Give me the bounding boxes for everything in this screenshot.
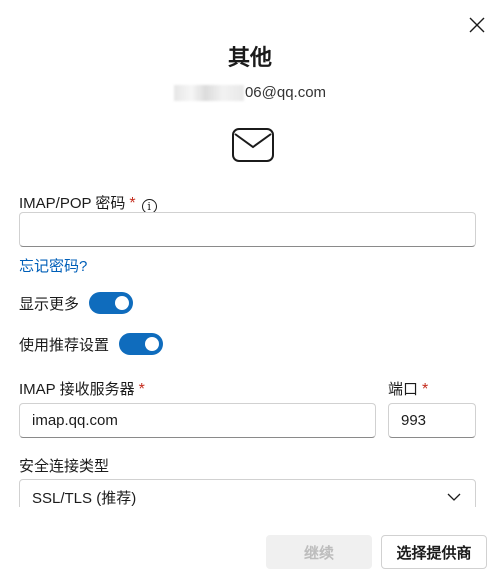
choose-provider-button[interactable]: 选择提供商 (381, 535, 487, 569)
recommended-settings-row: 使用推荐设置 (19, 333, 164, 355)
continue-button[interactable]: 继续 (266, 535, 372, 569)
toggle-knob (115, 296, 130, 310)
port-label: 端口 (388, 381, 419, 398)
recommended-settings-toggle[interactable] (119, 333, 164, 355)
security-type-value: SSL/TLS (推荐) (32, 489, 137, 507)
security-type-label: 安全连接类型 (19, 458, 110, 475)
required-asterisk: * (422, 381, 429, 398)
account-email: 06@qq.com (0, 84, 500, 101)
redacted-email-prefix (173, 84, 244, 101)
password-label: IMAP/POP 密码 (19, 195, 126, 212)
close-icon (469, 17, 485, 33)
scroll-fade (0, 507, 500, 525)
mail-icon (232, 128, 274, 162)
imap-server-label-row: IMAP 接收服务器 * (19, 378, 145, 399)
dialog-title: 其他 (227, 45, 272, 70)
password-label-row: IMAP/POP 密码 * i (19, 192, 157, 214)
required-asterisk: * (138, 381, 145, 398)
port-input[interactable]: 993 (388, 403, 476, 438)
port-label-row: 端口 * (388, 378, 428, 399)
forgot-password-link[interactable]: 忘记密码? (19, 255, 87, 276)
toggle-knob (145, 337, 160, 351)
close-button[interactable] (464, 12, 490, 38)
show-more-toggle[interactable] (89, 292, 134, 314)
imap-server-input[interactable]: imap.qq.com (19, 403, 376, 438)
required-asterisk: * (129, 195, 136, 212)
imap-server-label: IMAP 接收服务器 (19, 381, 135, 398)
chevron-down-icon (447, 493, 461, 501)
show-more-label: 显示更多 (19, 295, 80, 313)
account-email-text: 06@qq.com (244, 84, 327, 101)
recommended-settings-label: 使用推荐设置 (19, 336, 110, 354)
show-more-row: 显示更多 (19, 292, 134, 314)
password-input[interactable] (19, 212, 476, 247)
